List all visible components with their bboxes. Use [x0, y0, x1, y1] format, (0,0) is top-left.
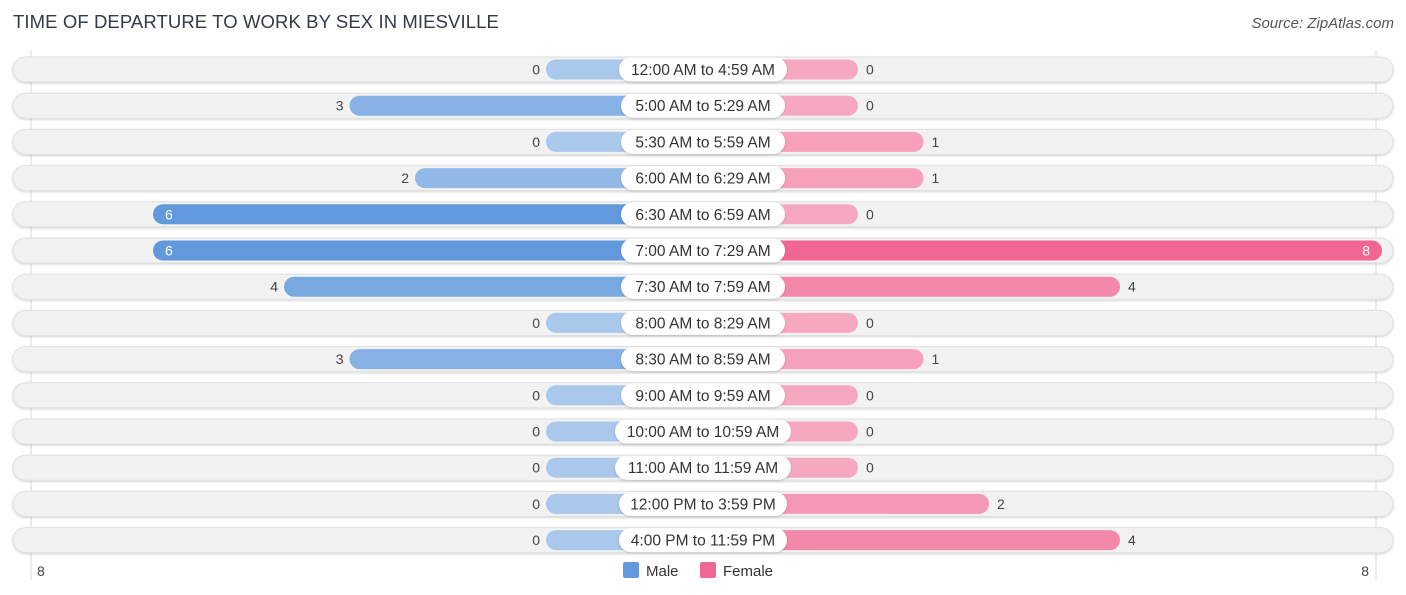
bar-female[interactable]	[703, 240, 1382, 261]
value-label-female: 0	[866, 424, 874, 440]
category-label: 6:00 AM to 6:29 AM	[635, 171, 770, 188]
axis-tick-right: 8	[1361, 563, 1369, 579]
value-label-female: 0	[866, 387, 874, 403]
bar-male[interactable]	[153, 240, 703, 261]
chart-row: 0 2 12:00 PM to 3:59 PM	[12, 490, 1394, 517]
category-label: 8:30 AM to 8:59 AM	[635, 352, 770, 369]
value-label-female: 1	[932, 170, 940, 186]
chart-row: 0 0 10:00 AM to 10:59 AM	[12, 418, 1394, 445]
category-label: 5:30 AM to 5:59 AM	[635, 134, 770, 151]
legend-swatch-female	[700, 562, 716, 578]
value-label-male: 0	[532, 460, 540, 476]
category-label: 9:00 AM to 9:59 AM	[635, 388, 770, 405]
value-label-female: 4	[1128, 532, 1136, 548]
legend-swatch-male	[623, 562, 639, 578]
value-label-male: 4	[270, 279, 278, 295]
value-label-male: 3	[336, 351, 344, 367]
chart-row: 6 0 6:30 AM to 6:59 AM	[12, 201, 1394, 228]
value-label-female: 2	[997, 496, 1005, 512]
chart-row: 0 0 11:00 AM to 11:59 AM	[12, 454, 1394, 481]
chart-row: 0 0 8:00 AM to 8:29 AM	[12, 309, 1394, 336]
category-label: 8:00 AM to 8:29 AM	[635, 315, 770, 332]
value-label-female: 1	[932, 351, 940, 367]
chart-row: 0 1 5:30 AM to 5:59 AM	[12, 128, 1394, 155]
category-label: 10:00 AM to 10:59 AM	[627, 424, 780, 441]
chart-row: 4 4 7:30 AM to 7:59 AM	[12, 273, 1394, 300]
value-label-male: 2	[401, 170, 409, 186]
value-label-male: 0	[532, 424, 540, 440]
category-label: 7:30 AM to 7:59 AM	[635, 279, 770, 296]
value-label-male: 0	[532, 134, 540, 150]
value-label-male: 0	[532, 315, 540, 331]
value-label-female: 0	[866, 98, 874, 114]
value-label-male: 6	[165, 206, 173, 222]
value-label-female: 0	[866, 460, 874, 476]
chart-row: 0 0 9:00 AM to 9:59 AM	[12, 382, 1394, 409]
legend-label-female: Female	[723, 563, 773, 580]
value-label-female: 8	[1362, 243, 1370, 259]
category-label: 5:00 AM to 5:29 AM	[635, 98, 770, 115]
category-label: 4:00 PM to 11:59 PM	[631, 533, 775, 550]
chart-row: 3 1 8:30 AM to 8:59 AM	[12, 346, 1394, 373]
category-label: 12:00 PM to 3:59 PM	[630, 496, 776, 513]
value-label-female: 1	[932, 134, 940, 150]
category-label: 6:30 AM to 6:59 AM	[635, 207, 770, 224]
legend: Male Female	[623, 562, 773, 580]
chart-row: 3 0 5:00 AM to 5:29 AM	[12, 92, 1394, 119]
chart-row: 2 1 6:00 AM to 6:29 AM	[12, 165, 1394, 192]
value-label-female: 0	[866, 206, 874, 222]
value-label-female: 0	[866, 315, 874, 331]
value-label-female: 0	[866, 62, 874, 78]
chart-canvas: 0 0 12:00 AM to 4:59 AM 3 0 5:00 AM to 5:29 A…	[12, 50, 1394, 580]
value-label-male: 3	[336, 98, 344, 114]
chart-row: 0 4 4:00 PM to 11:59 PM	[12, 527, 1394, 554]
value-label-male: 0	[532, 387, 540, 403]
legend-label-male: Male	[646, 563, 679, 580]
value-label-male: 0	[532, 532, 540, 548]
chart-row: 0 0 12:00 AM to 4:59 AM	[12, 56, 1394, 83]
value-label-male: 0	[532, 496, 540, 512]
value-label-male: 6	[165, 243, 173, 259]
category-label: 12:00 AM to 4:59 AM	[631, 62, 775, 79]
chart-row: 6 8 7:00 AM to 7:29 AM	[12, 237, 1394, 264]
category-label: 7:00 AM to 7:29 AM	[635, 243, 770, 260]
bar-male[interactable]	[153, 204, 703, 225]
category-label: 11:00 AM to 11:59 AM	[628, 460, 778, 477]
value-label-female: 4	[1128, 279, 1136, 295]
axis-tick-left: 8	[37, 563, 45, 579]
value-label-male: 0	[532, 62, 540, 78]
